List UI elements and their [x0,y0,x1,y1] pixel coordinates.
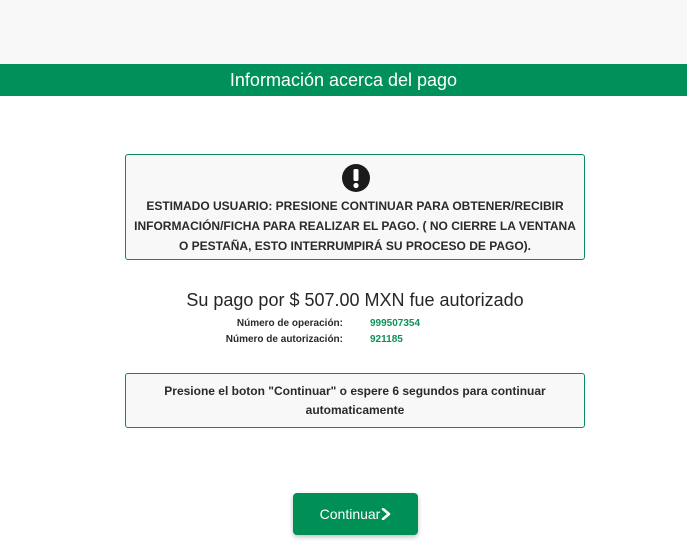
operation-number-value: 999507354 [370,318,421,329]
chevron-right-icon [382,508,391,520]
top-strip [0,0,687,64]
continue-button[interactable]: Continuar [293,493,418,535]
page-title: Información acerca del pago [0,64,687,96]
payment-summary: Su pago por $ 507.00 MXN fue autorizado [186,290,524,310]
info-box: Presione el boton "Continuar" o espere 6… [125,373,585,428]
authorization-number-label: Número de autorización: [225,334,343,345]
alert-box: ESTIMADO USUARIO: PRESIONE CONTINUAR PAR… [125,154,585,260]
exclamation-icon [342,164,370,192]
payment-info-page: Información acerca del pago ESTIMADO USU… [0,0,687,550]
authorization-number-value: 921185 [370,334,403,345]
operation-number-label: Número de operación: [236,318,343,329]
continue-button-label: Continuar [319,506,381,522]
alert-message: ESTIMADO USUARIO: PRESIONE CONTINUAR PAR… [134,199,576,253]
info-message: Presione el boton "Continuar" o espere 6… [164,384,546,417]
